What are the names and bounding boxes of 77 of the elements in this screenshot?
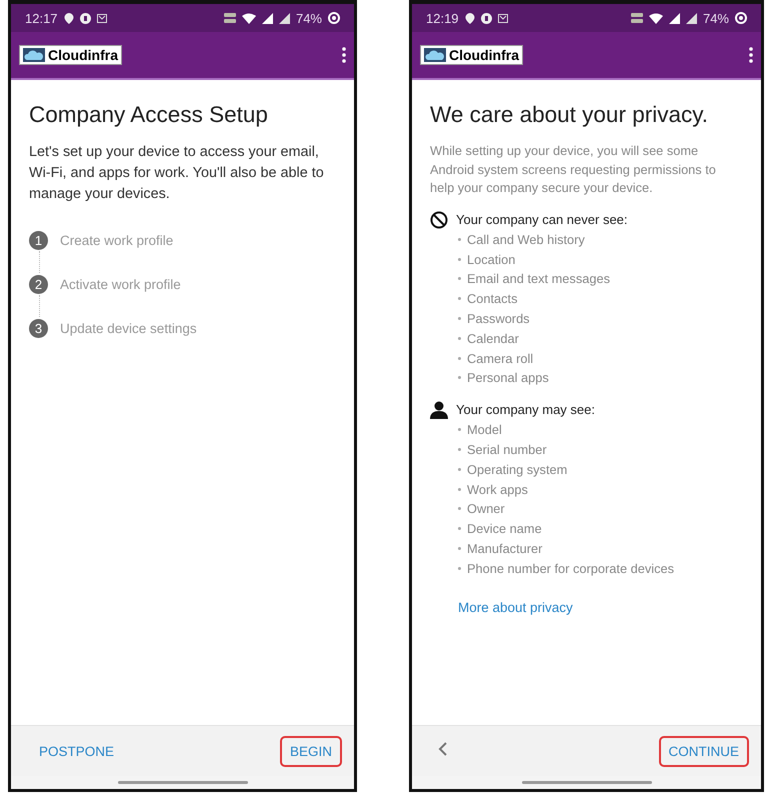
list-item: Call and Web history (467, 232, 585, 247)
signal-icon (262, 12, 273, 24)
person-icon (430, 400, 448, 419)
bullet-icon (458, 428, 461, 432)
list-item: Operating system (467, 462, 568, 477)
prohibited-icon (430, 210, 448, 228)
bullet-icon (458, 238, 461, 241)
signal-icon (278, 12, 290, 24)
bullet-icon (458, 277, 461, 280)
list-item: Work apps (467, 482, 528, 497)
step-number: 3 (29, 318, 48, 338)
status-time: 12:19 (426, 10, 459, 26)
step-number: 1 (29, 230, 48, 250)
list-item: Serial number (467, 442, 547, 458)
intro-text: Let's set up your device to access your email, Wi-Fi, and apps for work. You'll also be able to manage your devices. (29, 143, 325, 204)
list-item: Contacts (467, 291, 518, 306)
battery-icon (735, 12, 747, 24)
list-item: Model (467, 422, 502, 438)
bullet-icon (458, 356, 461, 360)
app-logo: Cloudinfra (19, 45, 122, 65)
postpone-button[interactable]: POSTPONE (29, 736, 124, 766)
bullet-icon (458, 547, 461, 550)
app-logo: Cloudinfra (420, 45, 523, 65)
pin-icon (464, 12, 475, 24)
data-speed-icon (630, 13, 643, 23)
battery-level: 74% (296, 10, 322, 26)
step-label: Activate work profile (60, 276, 181, 292)
badge-icon (480, 12, 492, 24)
list-item: Calendar (467, 330, 519, 346)
battery-level: 74% (702, 10, 729, 26)
data-speed-icon (224, 13, 236, 23)
badge-icon (80, 12, 91, 24)
bullet-icon (458, 488, 461, 491)
intro-text: While setting up your device, you will see some Android system screens requesting permissions to help your company secure your device. (430, 142, 717, 197)
more-options-icon[interactable] (749, 47, 753, 63)
section-heading: Your company may see: (456, 402, 595, 418)
list-item: Manufacturer (467, 541, 542, 556)
action-button[interactable]: BEGIN (280, 736, 342, 766)
bullet-icon (458, 527, 461, 530)
list-item: Phone number for corporate devices (467, 560, 674, 576)
list-item: Device name (467, 521, 542, 536)
notification-icon (498, 14, 508, 22)
page-title: Company Access Setup (29, 102, 269, 128)
step-label: Update device settings (60, 320, 197, 336)
list-item: Location (467, 252, 516, 267)
notification-icon (96, 14, 107, 22)
signal-icon (668, 12, 680, 24)
list-item: Owner (467, 501, 505, 516)
bullet-icon (458, 448, 461, 452)
bullet-icon (458, 317, 461, 320)
list-item: Personal apps (467, 370, 549, 386)
pin-icon (64, 12, 74, 24)
bullet-icon (458, 507, 461, 510)
list-item: Email and text messages (467, 271, 610, 286)
bullet-icon (458, 258, 461, 261)
list-item: Passwords (467, 311, 530, 326)
privacy-link[interactable]: More about privacy (458, 600, 573, 616)
action-button[interactable]: CONTINUE (658, 736, 749, 766)
status-time: 12:17 (25, 10, 58, 26)
step-number: 2 (29, 274, 48, 294)
list-item: Camera roll (467, 350, 534, 366)
step-label: Create work profile (60, 232, 174, 248)
wifi-icon (242, 12, 256, 24)
battery-icon (328, 12, 340, 24)
signal-icon (686, 12, 697, 24)
more-options-icon[interactable] (342, 47, 346, 63)
chevron-left-icon (438, 740, 448, 756)
bullet-icon (458, 376, 461, 380)
cloud-icon (23, 48, 45, 62)
bullet-icon (458, 297, 461, 300)
bullet-icon (458, 468, 461, 471)
bullet-icon (458, 566, 461, 570)
page-title: We care about your privacy. (430, 102, 710, 128)
cloud-icon (424, 48, 446, 62)
section-heading: Your company can never see: (456, 212, 628, 227)
wifi-icon (648, 12, 663, 24)
bullet-icon (458, 336, 461, 340)
